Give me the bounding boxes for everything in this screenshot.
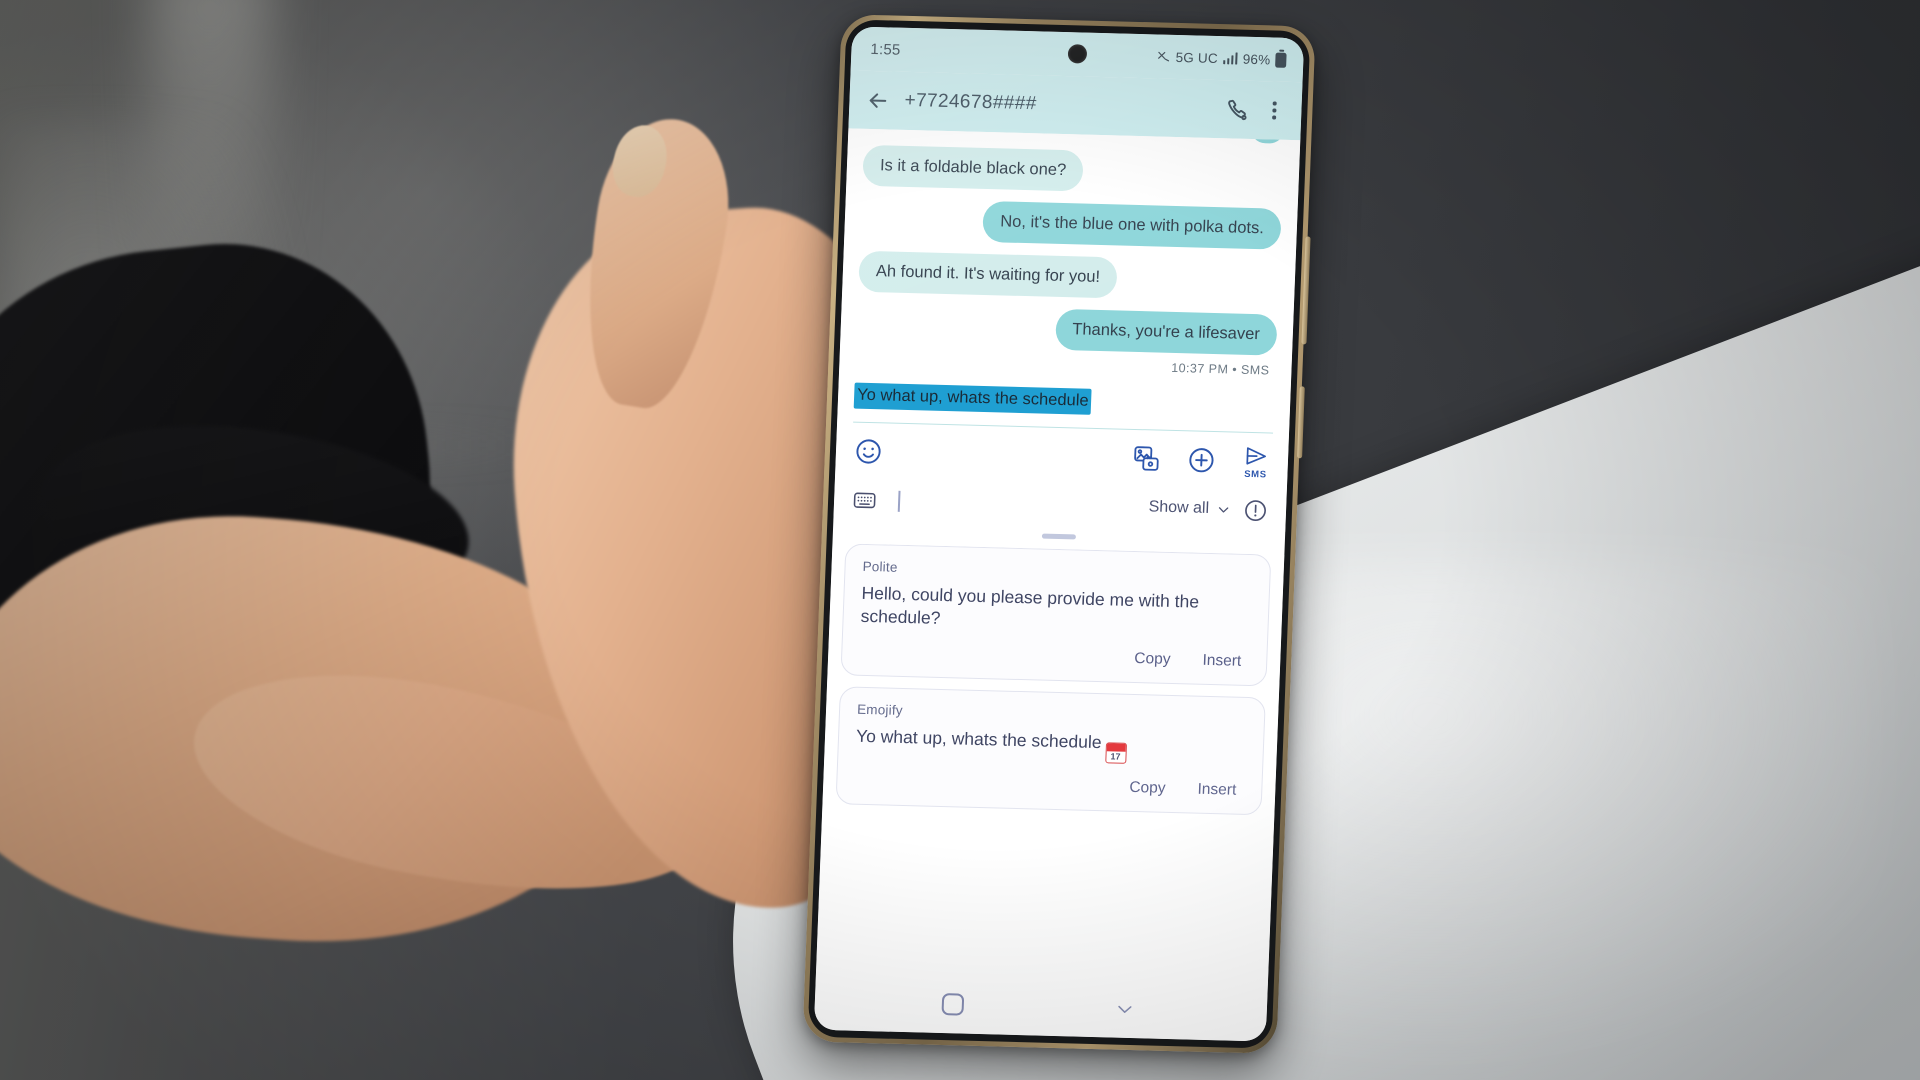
chevron-down-dismiss-icon[interactable] [1109,998,1140,1019]
card-text: Yo what up, whats the schedule 17 [855,725,1246,767]
calendar-emoji-day: 17 [1110,751,1121,763]
calendar-emoji-icon: 17 [1104,742,1127,765]
battery-percent-label: 96% [1242,51,1271,67]
suggestion-card-list: Polite Hello, could you please provide m… [816,542,1285,984]
status-indicators: 5G UC 96% [1156,49,1287,68]
back-arrow-icon[interactable] [865,87,891,113]
card-actions: Copy Insert [859,640,1250,676]
vibrate-icon [1156,49,1171,63]
sheet-drag-handle[interactable] [1041,533,1077,540]
message-input[interactable]: Yo what up, whats the schedule [853,383,1093,415]
message-timestamp: 10:37 PM • SMS [1170,361,1270,378]
suggestion-card-emojify[interactable]: Emojify Yo what up, whats the schedule 17… [835,686,1266,816]
photo-scene: 1:55 5G UC 96% +7724678#### Is it a fold… [0,0,1920,1080]
message-list[interactable]: Is it a foldable black one? No, it's the… [839,128,1301,383]
card-text: Hello, could you please provide me with … [860,582,1200,629]
overflow-menu-icon[interactable] [1263,98,1286,124]
phone-screen: 1:55 5G UC 96% +7724678#### Is it a fold… [813,26,1305,1042]
keyboard-icon[interactable] [852,487,878,513]
send-arrow-icon [1242,444,1271,469]
suggestion-card-polite[interactable]: Polite Hello, could you please provide m… [840,543,1272,687]
conversation-title: +7724678#### [904,89,1038,115]
status-time: 1:55 [870,40,901,59]
smartphone: 1:55 5G UC 96% +7724678#### Is it a fold… [802,14,1316,1054]
network-type-label: 5G UC [1175,49,1219,66]
copy-button[interactable]: Copy [1132,647,1173,672]
info-exclamation-icon[interactable] [1243,498,1269,524]
insert-button[interactable]: Insert [1200,649,1244,674]
message-bubble[interactable]: Is it a foldable black one? [862,144,1084,192]
compose-area: Yo what up, whats the schedule SMS [835,370,1291,487]
phone-call-icon[interactable] [1224,97,1250,123]
card-label: Polite [862,558,898,575]
show-all-label: Show all [1148,498,1210,518]
emoji-smiley-icon[interactable] [853,437,883,467]
front-camera-punch-hole [1067,44,1088,64]
system-nav-bar [813,971,1268,1042]
card-actions: Copy Insert [854,769,1245,805]
show-all-toggle[interactable]: Show all [1148,499,1231,519]
home-square-icon[interactable] [941,993,965,1016]
message-bubble[interactable]: Thanks, you're a lifesaver [1054,309,1278,357]
chevron-down-icon [1216,502,1232,517]
insert-button[interactable]: Insert [1195,778,1239,803]
plus-circle-icon[interactable] [1186,446,1216,476]
send-button[interactable]: SMS [1241,444,1270,481]
copy-button[interactable]: Copy [1127,776,1168,801]
battery-icon [1275,52,1287,68]
message-bubble[interactable]: Ah found it. It's waiting for you! [858,250,1118,299]
send-sms-label: SMS [1244,468,1267,481]
signal-bars-icon [1222,52,1238,65]
card-text-body: Yo what up, whats the schedule [855,726,1102,753]
gallery-image-icon[interactable] [1131,444,1161,474]
card-label: Emojify [856,702,904,719]
message-bubble[interactable]: No, it's the blue one with polka dots. [982,201,1282,250]
text-caret [897,490,901,512]
